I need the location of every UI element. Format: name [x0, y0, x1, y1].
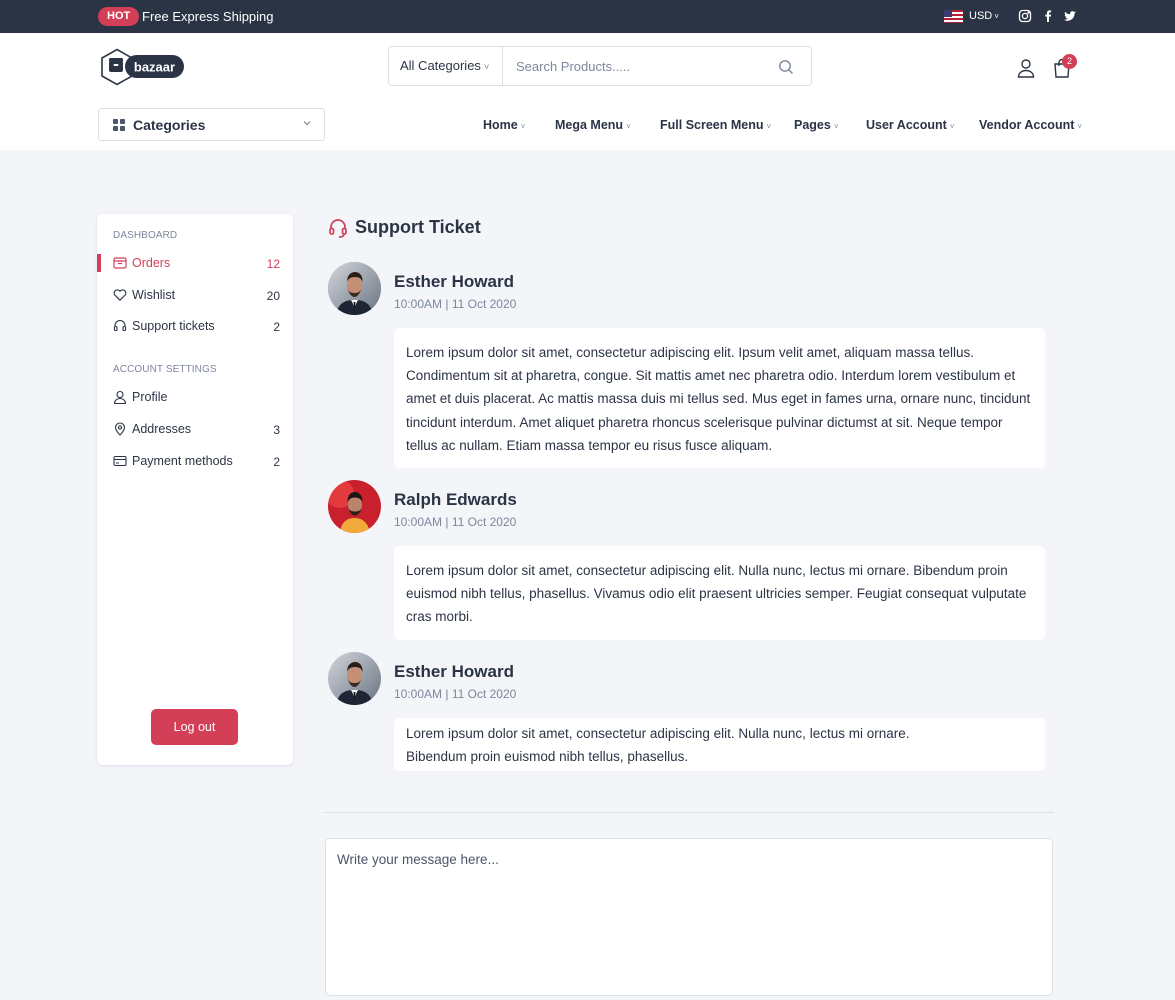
- promo-text: Free Express Shipping: [142, 9, 274, 24]
- sidebar-item-label: Wishlist: [132, 288, 176, 302]
- instagram-icon[interactable]: [1018, 9, 1032, 23]
- user-account-icon[interactable]: [1017, 58, 1035, 78]
- nav-label: Home: [483, 118, 518, 132]
- facebook-icon[interactable]: [1041, 9, 1055, 23]
- message-author: Esther Howard: [394, 272, 514, 291]
- sidebar-item-label: Profile: [132, 390, 168, 404]
- message-timestamp: 10:00AM | 11 Oct 2020: [394, 297, 517, 311]
- nav-label: Pages: [794, 118, 831, 132]
- chevron-down-icon: [303, 121, 311, 126]
- chevron-down-icon: ˅: [483, 62, 490, 72]
- top-bar: HOT Free Express Shipping USD ˅: [0, 0, 1175, 33]
- twitter-icon[interactable]: [1063, 9, 1077, 23]
- sidebar-item-addresses[interactable]: Addresses 3: [97, 418, 293, 442]
- sidebar-item-label: Support tickets: [132, 319, 215, 333]
- search-input[interactable]: [504, 47, 764, 85]
- logout-button[interactable]: Log out: [151, 709, 238, 745]
- location-pin-icon: [114, 422, 126, 436]
- logo-text: bazaar: [134, 60, 175, 75]
- nav-mega-menu[interactable]: Mega Menu ˅: [555, 118, 631, 132]
- nav-pages[interactable]: Pages ˅: [794, 118, 839, 132]
- dashboard-section-title: DASHBOARD: [113, 230, 178, 241]
- search-category-select[interactable]: All Categories ˅: [389, 47, 503, 85]
- sidebar-item-label: Orders: [132, 256, 171, 270]
- avatar: [328, 262, 381, 315]
- reply-message-input[interactable]: [325, 838, 1053, 996]
- chevron-down-icon: ˅: [626, 122, 631, 131]
- message-author: Ralph Edwards: [394, 490, 517, 509]
- sidebar-item-count: 3: [273, 423, 280, 437]
- nav-label: Mega Menu: [555, 118, 624, 132]
- hot-badge: HOT: [98, 7, 140, 26]
- chevron-down-icon: ˅: [520, 122, 526, 131]
- sidebar-item-orders[interactable]: Orders 12: [97, 252, 293, 276]
- chevron-down-icon: ˅: [766, 122, 772, 131]
- message-timestamp: 10:00AM | 11 Oct 2020: [394, 687, 517, 701]
- sidebar-item-support-tickets[interactable]: Support tickets 2: [97, 315, 293, 339]
- message-body: Lorem ipsum dolor sit amet, consectetur …: [394, 546, 1045, 640]
- sidebar-item-count: 20: [266, 289, 280, 303]
- message-body: Lorem ipsum dolor sit amet, consectetur …: [394, 718, 1045, 771]
- search-category-label: All Categories: [400, 58, 481, 73]
- nav-home[interactable]: Home ˅: [483, 118, 525, 132]
- sidebar-item-count: 12: [266, 257, 280, 271]
- heart-icon: [113, 289, 127, 301]
- chevron-down-icon: ˅: [833, 122, 839, 131]
- headset-icon: [329, 219, 347, 238]
- sidebar-item-profile[interactable]: Profile: [97, 386, 293, 410]
- message-author: Esther Howard: [394, 662, 514, 681]
- chevron-down-icon: ˅: [994, 12, 999, 21]
- sidebar-item-label: Addresses: [132, 422, 192, 436]
- categories-label: Categories: [133, 117, 206, 133]
- nav-label: Full Screen Menu: [660, 118, 764, 132]
- message-timestamp: 10:00AM | 11 Oct 2020: [394, 515, 517, 529]
- sidebar-item-wishlist[interactable]: Wishlist 20: [97, 284, 293, 308]
- nav-label: Vendor Account: [979, 118, 1075, 132]
- currency-label: USD: [969, 10, 993, 22]
- shopping-bag-icon: [113, 257, 127, 269]
- user-icon: [113, 390, 127, 404]
- avatar: [328, 652, 381, 705]
- chevron-down-icon: ˅: [949, 122, 955, 131]
- sidebar-item-count: 2: [273, 455, 280, 469]
- sidebar-item-payment-methods[interactable]: Payment methods 2: [97, 450, 293, 474]
- chevron-down-icon: ˅: [1077, 122, 1083, 131]
- message-body: Lorem ipsum dolor sit amet, consectetur …: [394, 328, 1045, 468]
- search-icon[interactable]: [778, 59, 794, 75]
- credit-card-icon: [113, 455, 127, 467]
- bazaar-logo[interactable]: bazaar: [100, 47, 186, 87]
- nav-full-screen-menu[interactable]: Full Screen Menu ˅: [660, 118, 771, 132]
- nav-label: User Account: [866, 118, 947, 132]
- nav-user-account[interactable]: User Account ˅: [866, 118, 954, 132]
- nav-vendor-account[interactable]: Vendor Account ˅: [979, 118, 1082, 132]
- currency-selector[interactable]: USD ˅: [969, 10, 999, 22]
- headset-icon: [113, 320, 127, 332]
- categories-dropdown[interactable]: Categories: [98, 108, 325, 141]
- avatar: [328, 480, 381, 533]
- search-bar: All Categories ˅: [388, 46, 812, 86]
- sidebar-item-label: Payment methods: [132, 454, 233, 468]
- page-title: Support Ticket: [355, 217, 481, 237]
- account-sidebar: DASHBOARD Orders 12 Wishlist 20 Support …: [97, 214, 293, 765]
- site-header: bazaar All Categories˅ 2 Categories Home…: [0, 33, 1175, 150]
- divider: [324, 812, 1054, 813]
- grid-icon: [113, 119, 125, 131]
- cart-count-badge: 2: [1062, 54, 1077, 69]
- flag-us-icon[interactable]: [944, 10, 963, 23]
- account-settings-section-title: ACCOUNT SETTINGS: [113, 364, 217, 375]
- sidebar-item-count: 2: [273, 320, 280, 334]
